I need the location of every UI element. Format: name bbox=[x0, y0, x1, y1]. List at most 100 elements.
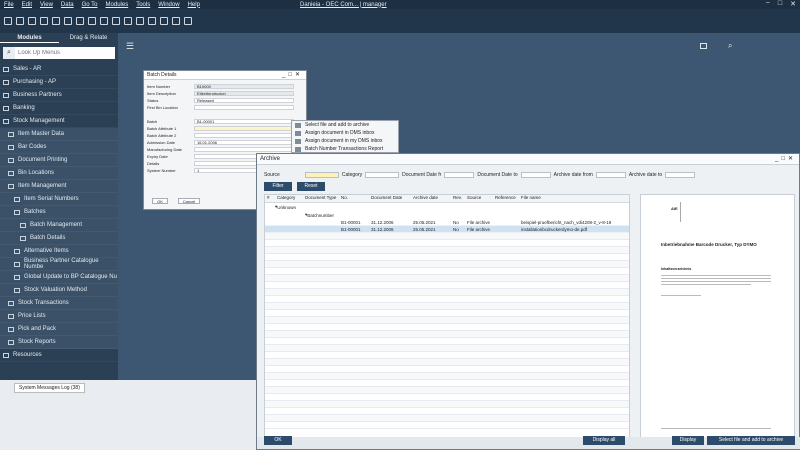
sidebar-item[interactable]: Item Serial Numbers bbox=[0, 193, 118, 206]
sidebar-item[interactable]: Banking bbox=[0, 102, 118, 115]
sidebar-item[interactable]: Price Lists bbox=[0, 310, 118, 323]
column-header[interactable]: Reference bbox=[493, 195, 519, 202]
preview-icon[interactable] bbox=[16, 17, 24, 25]
message-icon[interactable] bbox=[700, 43, 707, 49]
ctx-batch-report[interactable]: Batch Number Transactions Report bbox=[292, 145, 398, 153]
source-input[interactable] bbox=[304, 172, 339, 178]
system-messages-tab[interactable]: System Messages Log (38) bbox=[14, 383, 85, 393]
sidebar-item[interactable]: Stock Management bbox=[0, 115, 118, 128]
column-header[interactable]: Source bbox=[465, 195, 493, 202]
display-button[interactable]: Display bbox=[672, 436, 704, 445]
field-value[interactable]: B10000 bbox=[194, 83, 294, 89]
column-header[interactable]: # bbox=[265, 195, 275, 202]
settings-icon[interactable] bbox=[172, 17, 180, 25]
field-value[interactable]: Etikettendrucker bbox=[194, 90, 294, 96]
sidebar-item[interactable]: Batches bbox=[0, 206, 118, 219]
archive-from-input[interactable] bbox=[595, 172, 626, 178]
display-all-button[interactable]: Display all bbox=[583, 436, 625, 445]
column-header[interactable]: No. bbox=[339, 195, 369, 202]
menu-file[interactable]: File bbox=[0, 2, 18, 8]
sidebar-item[interactable]: Pick and Pack bbox=[0, 323, 118, 336]
field-value[interactable]: Released bbox=[194, 97, 294, 103]
field-value[interactable] bbox=[194, 125, 294, 131]
reset-button[interactable]: Reset bbox=[297, 182, 325, 191]
base-doc-icon[interactable] bbox=[148, 17, 156, 25]
menu-edit[interactable]: Edit bbox=[18, 2, 36, 8]
menu-help[interactable]: Help bbox=[184, 2, 204, 8]
sidebar-item[interactable]: Batch Management bbox=[0, 219, 118, 232]
date-from-input[interactable] bbox=[444, 172, 475, 178]
sidebar-item[interactable]: Item Management bbox=[0, 180, 118, 193]
sidebar-item[interactable]: Purchasing - AP bbox=[0, 76, 118, 89]
filter-icon[interactable] bbox=[124, 17, 132, 25]
cancel-button[interactable]: Cancel bbox=[178, 198, 200, 204]
filter-button[interactable]: Filter bbox=[264, 182, 292, 191]
ctx-assign-my-dms[interactable]: Assign document in my DMS inbox bbox=[292, 137, 398, 145]
last-record-icon[interactable] bbox=[112, 17, 120, 25]
ok-button[interactable]: OK bbox=[152, 198, 168, 204]
select-add-archive-button[interactable]: Select file and add to archive bbox=[707, 436, 795, 445]
column-header[interactable]: Rev. bbox=[451, 195, 465, 202]
field-value[interactable]: B1-00001 bbox=[194, 118, 294, 124]
close-icon[interactable]: ✕ bbox=[790, 0, 796, 8]
column-header[interactable]: Document Date bbox=[369, 195, 411, 202]
sidebar-item[interactable]: Alternative Items bbox=[0, 245, 118, 258]
search-icon[interactable]: ⌕ bbox=[728, 41, 732, 51]
archive-to-input[interactable] bbox=[665, 172, 696, 178]
ctx-select-file[interactable]: Select file and add to archive bbox=[292, 121, 398, 129]
group-batchnumber[interactable]: ▾ Batchnumber bbox=[265, 211, 629, 219]
group-unknown[interactable]: ▾ Unknown bbox=[265, 203, 629, 211]
sidebar-item[interactable]: Document Printing bbox=[0, 154, 118, 167]
print-icon[interactable] bbox=[4, 17, 12, 25]
next-record-icon[interactable] bbox=[100, 17, 108, 25]
date-to-input[interactable] bbox=[520, 172, 551, 178]
sidebar-item[interactable]: Batch Details bbox=[0, 232, 118, 245]
menu-window[interactable]: Window bbox=[154, 2, 183, 8]
column-header[interactable]: Archive date bbox=[411, 195, 451, 202]
prev-record-icon[interactable] bbox=[88, 17, 96, 25]
table-row[interactable]: B1-00001 31.12.2006 25.05.2021 No File archi… bbox=[265, 226, 629, 233]
menu-tools[interactable]: Tools bbox=[132, 2, 154, 8]
sidebar-item[interactable]: Stock Reports bbox=[0, 336, 118, 349]
field-value[interactable] bbox=[194, 104, 294, 110]
column-header[interactable]: File name bbox=[519, 195, 629, 202]
field-value[interactable] bbox=[194, 146, 294, 152]
archive-ok-button[interactable]: OK bbox=[264, 436, 292, 445]
batch-window-controls[interactable]: _□✕ bbox=[282, 71, 303, 80]
tab-drag-relate[interactable]: Drag & Relate bbox=[59, 33, 118, 43]
ctx-assign-dms[interactable]: Assign document in DMS inbox bbox=[292, 129, 398, 137]
tab-modules[interactable]: Modules bbox=[0, 33, 59, 43]
sidebar-item[interactable]: Business Partners bbox=[0, 89, 118, 102]
category-select[interactable] bbox=[365, 172, 400, 178]
sort-icon[interactable] bbox=[136, 17, 144, 25]
help-icon[interactable] bbox=[184, 17, 192, 25]
sidebar-item[interactable]: Bar Codes bbox=[0, 141, 118, 154]
sidebar-item[interactable]: Bin Locations bbox=[0, 167, 118, 180]
search-icon[interactable]: ⌕ bbox=[3, 47, 15, 59]
sidebar-item[interactable]: Business Partner Catalogue Numbe bbox=[0, 258, 118, 271]
maximize-icon[interactable]: □ bbox=[778, 0, 782, 8]
email-icon[interactable] bbox=[28, 17, 36, 25]
menu-data[interactable]: Data bbox=[57, 2, 78, 8]
sidebar-item[interactable]: Global Update to BP Catalogue Nu bbox=[0, 271, 118, 284]
field-value[interactable]: 16.01.2006 bbox=[194, 139, 294, 145]
archive-window-controls[interactable]: _□✕ bbox=[775, 154, 796, 165]
field-value[interactable] bbox=[194, 132, 294, 138]
target-doc-icon[interactable] bbox=[160, 17, 168, 25]
sidebar-item[interactable]: Sales - AR bbox=[0, 63, 118, 76]
menu-view[interactable]: View bbox=[36, 2, 57, 8]
first-record-icon[interactable] bbox=[76, 17, 84, 25]
minimize-icon[interactable]: − bbox=[766, 0, 770, 8]
sidebar-item[interactable]: Resources bbox=[0, 349, 118, 362]
sidebar-item[interactable]: Stock Valuation Method bbox=[0, 284, 118, 297]
add-icon[interactable] bbox=[64, 17, 72, 25]
sidebar-item[interactable]: Stock Transactions bbox=[0, 297, 118, 310]
menu-modules[interactable]: Modules bbox=[102, 2, 133, 8]
table-row[interactable]: B1-00001 31.12.2006 25.05.2021 No File archi… bbox=[265, 219, 629, 226]
menu-goto[interactable]: Go To bbox=[78, 2, 102, 8]
column-header[interactable]: Document Type bbox=[303, 195, 339, 202]
hamburger-icon[interactable]: ☰ bbox=[126, 41, 134, 52]
column-header[interactable]: Category bbox=[275, 195, 303, 202]
sidebar-item[interactable]: Item Master Data bbox=[0, 128, 118, 141]
find-icon[interactable] bbox=[52, 17, 60, 25]
